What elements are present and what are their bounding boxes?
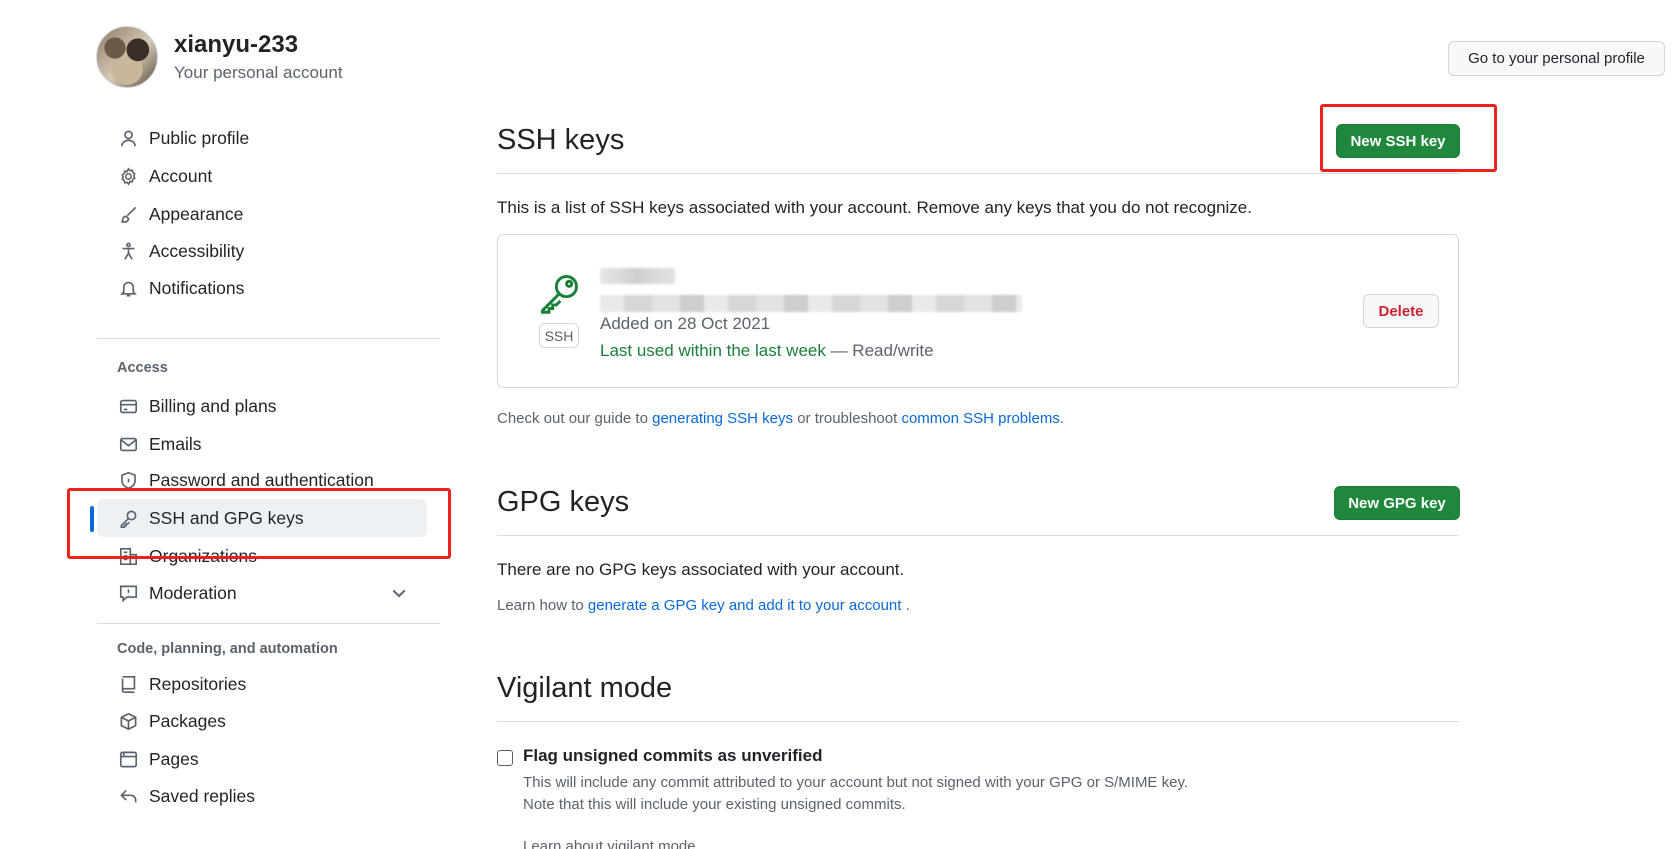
sidebar-item-label: Saved replies xyxy=(149,785,256,806)
vigilant-mode-checkbox[interactable] xyxy=(497,750,513,766)
sidebar-item-label: Packages xyxy=(149,710,226,731)
sidebar-item-notifications[interactable]: Notifications xyxy=(97,269,427,307)
sidebar-divider xyxy=(97,623,440,624)
key-last-used-status: Last used within the last week xyxy=(600,341,826,360)
sidebar-item-ssh-gpg-keys[interactable]: SSH and GPG keys xyxy=(90,499,427,537)
accessibility-icon xyxy=(117,240,139,262)
sidebar-item-appearance[interactable]: Appearance xyxy=(97,195,427,233)
sidebar-item-label: SSH and GPG keys xyxy=(149,507,304,528)
vigilant-mode-title: Vigilant mode xyxy=(497,672,673,704)
sidebar-item-label: Password and authentication xyxy=(149,469,374,490)
sidebar-item-emails[interactable]: Emails xyxy=(97,425,427,463)
new-gpg-key-button[interactable]: New GPG key xyxy=(1334,486,1460,520)
report-icon xyxy=(117,582,139,604)
reply-icon xyxy=(117,785,139,807)
sidebar-heading-code: Code, planning, and automation xyxy=(117,641,338,657)
sidebar-item-public-profile[interactable]: Public profile xyxy=(97,119,427,157)
sidebar-item-password[interactable]: Password and authentication xyxy=(97,461,427,499)
sidebar-item-label: Pages xyxy=(149,748,199,769)
sidebar-item-repositories[interactable]: Repositories xyxy=(97,665,427,703)
gear-icon xyxy=(117,165,139,187)
sidebar-item-label: Appearance xyxy=(149,203,244,224)
sidebar-item-label: Accessibility xyxy=(149,240,245,261)
gpg-keys-title: GPG keys xyxy=(497,486,630,518)
browser-icon xyxy=(117,748,139,770)
learn-suffix: . xyxy=(901,597,910,614)
redacted-key-fingerprint xyxy=(600,295,1022,312)
ssh-guide-text: Check out our guide to generating SSH ke… xyxy=(497,410,1064,427)
ssh-keys-title: SSH keys xyxy=(497,124,625,156)
redacted-key-title xyxy=(600,268,675,284)
sidebar-item-label: Emails xyxy=(149,433,202,454)
learn-prefix: Learn how to xyxy=(497,597,588,614)
repo-icon xyxy=(117,673,139,695)
sidebar-item-billing[interactable]: Billing and plans xyxy=(97,387,427,425)
sidebar-item-label: Billing and plans xyxy=(149,395,277,416)
sidebar-item-packages[interactable]: Packages xyxy=(97,702,427,740)
common-ssh-problems-link[interactable]: common SSH problems xyxy=(901,410,1059,427)
gpg-empty-text: There are no GPG keys associated with yo… xyxy=(497,560,905,579)
guide-prefix: Check out our guide to xyxy=(497,410,653,427)
bell-icon xyxy=(117,277,139,299)
sidebar-item-label: Notifications xyxy=(149,277,245,298)
gpg-learn-text: Learn how to generate a GPG key and add … xyxy=(497,597,910,614)
account-subtitle: Your personal account xyxy=(174,63,343,82)
package-icon xyxy=(117,710,139,732)
ssh-description: This is a list of SSH keys associated wi… xyxy=(497,198,1252,217)
user-header: xianyu-233 Your personal account xyxy=(96,26,343,88)
sidebar-item-saved-replies[interactable]: Saved replies xyxy=(97,777,427,815)
user-info: xianyu-233 Your personal account xyxy=(174,30,343,84)
sidebar-item-pages[interactable]: Pages xyxy=(97,740,427,778)
new-ssh-key-button[interactable]: New SSH key xyxy=(1336,124,1460,158)
organization-icon xyxy=(117,545,139,567)
sidebar-item-organizations[interactable]: Organizations xyxy=(97,537,427,575)
sidebar-item-label: Repositories xyxy=(149,673,247,694)
section-divider xyxy=(497,535,1459,536)
vigilant-note-2: Note that this will include your existin… xyxy=(523,796,906,813)
credit-card-icon xyxy=(117,395,139,417)
sidebar-item-label: Account xyxy=(149,165,213,186)
key-access-level: — Read/write xyxy=(825,341,934,360)
sidebar-heading-access: Access xyxy=(117,360,168,376)
sidebar-item-label: Organizations xyxy=(149,545,257,566)
shield-lock-icon xyxy=(117,469,139,491)
avatar[interactable] xyxy=(96,26,158,88)
sidebar-item-accessibility[interactable]: Accessibility xyxy=(97,232,427,270)
active-indicator xyxy=(90,506,94,532)
sidebar-item-label: Moderation xyxy=(149,582,237,603)
vigilant-note-1: This will include any commit attributed … xyxy=(523,774,1189,791)
person-icon xyxy=(117,127,139,149)
vigilant-mode-label[interactable]: Flag unsigned commits as unverified xyxy=(523,746,822,766)
learn-vigilant-mode-link[interactable]: Learn about vigilant mode xyxy=(523,838,696,849)
paintbrush-icon xyxy=(117,203,139,225)
section-divider xyxy=(497,721,1459,722)
section-divider xyxy=(497,173,1459,174)
sidebar-divider xyxy=(97,338,440,339)
key-last-used: Last used within the last week — Read/wr… xyxy=(600,341,934,361)
sidebar-item-label: Public profile xyxy=(149,127,250,148)
username[interactable]: xianyu-233 xyxy=(174,30,343,60)
go-to-profile-button[interactable]: Go to your personal profile xyxy=(1448,41,1665,76)
generating-ssh-keys-link[interactable]: generating SSH keys xyxy=(652,410,793,427)
key-added-date: Added on 28 Oct 2021 xyxy=(600,314,771,333)
ssh-key-entry: SSH Added on 28 Oct 2021 Last used withi… xyxy=(497,234,1459,388)
ssh-badge: SSH xyxy=(539,323,579,348)
sidebar-item-account[interactable]: Account xyxy=(97,157,427,195)
key-icon xyxy=(117,507,139,529)
delete-key-button[interactable]: Delete xyxy=(1363,294,1439,328)
chevron-down-icon[interactable] xyxy=(389,583,409,603)
key-icon xyxy=(541,275,578,314)
guide-suffix: . xyxy=(1059,410,1064,427)
sidebar-item-moderation[interactable]: Moderation xyxy=(97,574,427,612)
guide-middle: or troubleshoot xyxy=(793,410,902,427)
mail-icon xyxy=(117,433,139,455)
generate-gpg-key-link[interactable]: generate a GPG key and add it to your ac… xyxy=(588,597,902,614)
